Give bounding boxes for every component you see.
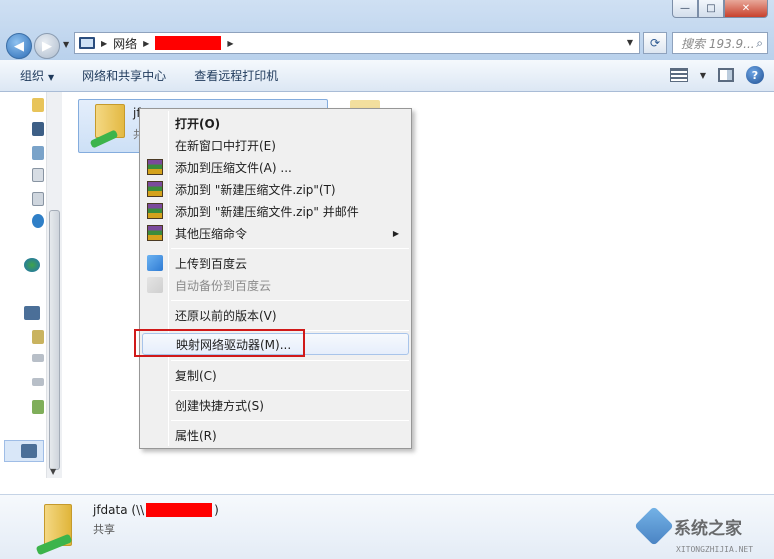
refresh-icon: ⟳ <box>649 36 661 50</box>
window-controls: — □ ✕ <box>672 0 768 18</box>
menu-item-upload-baidu[interactable]: 上传到百度云 <box>142 252 409 274</box>
menu-item-other-compress[interactable]: 其他压缩命令 ▶ <box>142 222 409 244</box>
details-name-suffix: ) <box>214 503 219 517</box>
menu-item-open[interactable]: 打开(O) <box>142 112 409 134</box>
menu-item-label: 添加到压缩文件(A) ... <box>175 160 292 175</box>
menu-item-label: 创建快捷方式(S) <box>175 398 264 413</box>
baidu-cloud-icon <box>147 277 163 293</box>
menu-item-label: 其他压缩命令 <box>175 226 248 241</box>
menu-separator <box>171 390 409 391</box>
details-name-text: jfdata (\\ <box>93 503 145 517</box>
sidebar-item-network[interactable] <box>4 440 44 462</box>
watermark-url: XITONGZHIJIA.NET <box>676 545 754 554</box>
recent-pages-dropdown[interactable]: ▼ <box>63 40 69 49</box>
winrar-icon <box>147 225 163 241</box>
drive-icon[interactable] <box>32 330 44 344</box>
menu-separator <box>171 248 409 249</box>
network-drive-icon[interactable] <box>32 400 44 414</box>
network-icon <box>21 444 37 458</box>
menu-item-label: 自动备份到百度云 <box>175 278 272 293</box>
search-input[interactable]: 搜索 193.9... ⌕ <box>672 32 768 54</box>
breadcrumb-separator[interactable]: ▶ <box>227 39 233 48</box>
scrollbar-thumb[interactable] <box>49 210 60 470</box>
highlight-annotation-box <box>134 329 305 357</box>
menu-item-properties[interactable]: 属性(R) <box>142 424 409 446</box>
refresh-button[interactable]: ⟳ <box>643 32 667 54</box>
computer-icon[interactable] <box>24 306 40 320</box>
menu-item-open-new-window[interactable]: 在新窗口中打开(E) <box>142 134 409 156</box>
context-menu: 打开(O) 在新窗口中打开(E) 添加到压缩文件(A) ... 添加到 "新建压… <box>139 108 412 449</box>
drive-icon[interactable] <box>32 354 44 362</box>
menu-separator <box>171 360 409 361</box>
remote-printer-button[interactable]: 查看远程打印机 <box>194 67 278 84</box>
details-item-type: 共享 <box>93 523 115 536</box>
minimize-button[interactable]: — <box>672 0 698 18</box>
menu-item-add-to-zip[interactable]: 添加到 "新建压缩文件.zip"(T) <box>142 178 409 200</box>
search-placeholder: 搜索 193.9... <box>681 36 755 51</box>
menu-item-label: 添加到 "新建压缩文件.zip"(T) <box>175 182 336 197</box>
menu-item-auto-backup-baidu: 自动备份到百度云 <box>142 274 409 296</box>
menu-item-label: 添加到 "新建压缩文件.zip" 并邮件 <box>175 204 359 219</box>
menu-item-add-to-archive[interactable]: 添加到压缩文件(A) ... <box>142 156 409 178</box>
shared-folder-icon <box>89 104 125 149</box>
computer-icon <box>79 37 95 49</box>
organize-label: 组织 <box>20 69 45 83</box>
menu-item-restore-versions[interactable]: 还原以前的版本(V) <box>142 304 409 326</box>
command-bar: 组织 ▼ 网络和共享中心 查看远程打印机 ▼ ? <box>0 60 774 92</box>
watermark: 系统之家 <box>634 506 742 546</box>
details-item-name: jfdata (\\ ) <box>93 503 219 517</box>
forward-arrow-icon: ▶ <box>42 38 52 54</box>
winrar-icon <box>147 159 163 175</box>
address-bar[interactable]: ▶ 网络 ▶ ▶ ▼ <box>74 32 640 54</box>
preview-pane-icon[interactable] <box>718 68 734 82</box>
view-options-dropdown[interactable]: ▼ <box>700 71 706 80</box>
close-button[interactable]: ✕ <box>724 0 768 18</box>
redacted-host <box>146 503 213 517</box>
nav-scrollbar[interactable]: ▼ <box>46 92 62 478</box>
address-dropdown-icon[interactable]: ▼ <box>627 38 633 47</box>
change-view-icon[interactable] <box>669 68 688 82</box>
scroll-down-arrow-icon[interactable]: ▼ <box>50 467 56 476</box>
document-icon[interactable] <box>32 192 44 206</box>
menu-item-label: 上传到百度云 <box>175 256 248 271</box>
breadcrumb-network[interactable]: 网络 <box>113 35 137 52</box>
menu-item-label: 复制(C) <box>175 368 217 383</box>
menu-item-add-to-zip-email[interactable]: 添加到 "新建压缩文件.zip" 并邮件 <box>142 200 409 222</box>
forward-button[interactable]: ▶ <box>34 33 60 59</box>
folder-icon[interactable] <box>32 98 44 112</box>
breadcrumb-separator[interactable]: ▶ <box>143 39 149 48</box>
back-button[interactable]: ◀ <box>6 33 32 59</box>
homegroup-icon[interactable] <box>24 258 40 272</box>
video-library-icon[interactable] <box>32 122 44 136</box>
pictures-library-icon[interactable] <box>32 146 44 160</box>
watermark-text: 系统之家 <box>674 518 742 539</box>
menu-item-label: 属性(R) <box>175 428 217 443</box>
music-library-icon[interactable] <box>32 214 44 228</box>
menu-item-copy[interactable]: 复制(C) <box>142 364 409 386</box>
search-icon: ⌕ <box>756 36 763 50</box>
menu-item-label: 还原以前的版本(V) <box>175 308 277 323</box>
documents-library-icon[interactable] <box>32 168 44 182</box>
menu-separator <box>171 420 409 421</box>
submenu-arrow-icon: ▶ <box>392 228 399 238</box>
drive-icon[interactable] <box>32 378 44 386</box>
menu-item-label: 打开(O) <box>175 116 221 131</box>
redacted-breadcrumb[interactable] <box>155 36 222 50</box>
organize-button[interactable]: 组织 ▼ <box>20 67 54 84</box>
network-center-button[interactable]: 网络和共享中心 <box>82 67 166 84</box>
chevron-down-icon: ▼ <box>48 73 55 82</box>
winrar-icon <box>147 181 163 197</box>
breadcrumb-separator[interactable]: ▶ <box>101 39 107 48</box>
watermark-logo-icon <box>634 506 674 546</box>
baidu-cloud-icon <box>147 255 163 271</box>
winrar-icon <box>147 203 163 219</box>
view-controls: ▼ ? <box>669 66 764 84</box>
menu-item-create-shortcut[interactable]: 创建快捷方式(S) <box>142 394 409 416</box>
menu-separator <box>171 300 409 301</box>
menu-item-label: 在新窗口中打开(E) <box>175 138 276 153</box>
help-icon[interactable]: ? <box>746 66 764 84</box>
maximize-button[interactable]: □ <box>698 0 724 18</box>
back-arrow-icon: ◀ <box>14 38 24 54</box>
